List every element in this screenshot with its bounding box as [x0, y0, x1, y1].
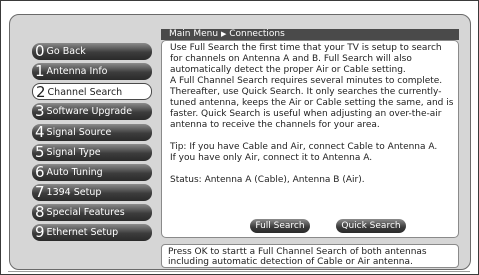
content-paragraph-1: Use Full Search the first time that your…	[170, 43, 442, 75]
menu-item-label: Signal Type	[46, 147, 101, 158]
menu-item-number: 6	[35, 163, 45, 181]
menu-item-number: 9	[35, 223, 45, 241]
menu-item-number: 0	[35, 42, 45, 60]
menu-item-label: Channel Search	[47, 87, 123, 98]
menu-item-auto-tuning[interactable]: 6 Auto Tuning	[32, 164, 152, 181]
help-panel: Press OK to startt a Full Channel Search…	[161, 244, 459, 268]
menu-item-number: 7	[35, 183, 45, 201]
menu-item-signal-source[interactable]: 4 Signal Source	[32, 124, 152, 141]
quick-search-button[interactable]: Quick Search	[336, 219, 406, 233]
menu-item-channel-search[interactable]: 2 Channel Search	[32, 83, 152, 101]
menu-item-software-upgrade[interactable]: 3 Software Upgrade	[32, 103, 152, 120]
menu-item-1394-setup[interactable]: 7 1394 Setup	[32, 184, 152, 201]
menu-item-label: Special Features	[46, 207, 125, 218]
full-search-button[interactable]: Full Search	[250, 219, 310, 233]
frame-bottom-line	[8, 271, 470, 272]
breadcrumb-root: Main Menu	[169, 29, 219, 39]
menu-item-go-back[interactable]: 0 Go Back	[32, 43, 152, 60]
status-text: Status: Antenna A (Cable), Antenna B (Ai…	[170, 175, 365, 185]
menu-item-antenna-info[interactable]: 1 Antenna Info	[32, 63, 152, 80]
menu-item-label: Signal Source	[46, 127, 112, 138]
tip-line-2: If you have only Air, connect it to Ante…	[170, 153, 373, 163]
menu-item-label: Ethernet Setup	[46, 227, 119, 238]
menu-item-number: 1	[35, 62, 45, 80]
menu-item-label: Go Back	[46, 46, 86, 57]
menu-item-label: Antenna Info	[46, 66, 108, 77]
content-paragraph-2: A Full Channel Search requires several m…	[170, 76, 454, 130]
tip-line-1: Tip: If you have Cable and Air, connect …	[170, 142, 438, 152]
content-panel: Use Full Search the first time that your…	[161, 40, 459, 238]
menu-item-number: 5	[35, 143, 45, 161]
help-line-2: including automatic detection of Cable o…	[168, 257, 413, 267]
menu-item-number: 8	[35, 203, 45, 221]
breadcrumb-separator-icon: ▶	[220, 30, 227, 38]
menu-item-ethernet-setup[interactable]: 9 Ethernet Setup	[32, 224, 152, 241]
breadcrumb: Main Menu ▶ Connections	[161, 29, 459, 40]
menu-item-label: 1394 Setup	[46, 187, 102, 198]
menu-item-label: Auto Tuning	[46, 167, 103, 178]
menu-item-number: 3	[35, 102, 45, 120]
breadcrumb-current: Connections	[229, 29, 285, 39]
menu-item-number: 2	[36, 83, 46, 101]
menu-item-signal-type[interactable]: 5 Signal Type	[32, 144, 152, 161]
content-text: Use Full Search the first time that your…	[170, 43, 454, 186]
menu-item-label: Software Upgrade	[46, 106, 133, 117]
menu-item-number: 4	[35, 123, 45, 141]
menu-item-special-features[interactable]: 8 Special Features	[32, 204, 152, 221]
help-line-1: Press OK to startt a Full Channel Search…	[168, 247, 427, 257]
